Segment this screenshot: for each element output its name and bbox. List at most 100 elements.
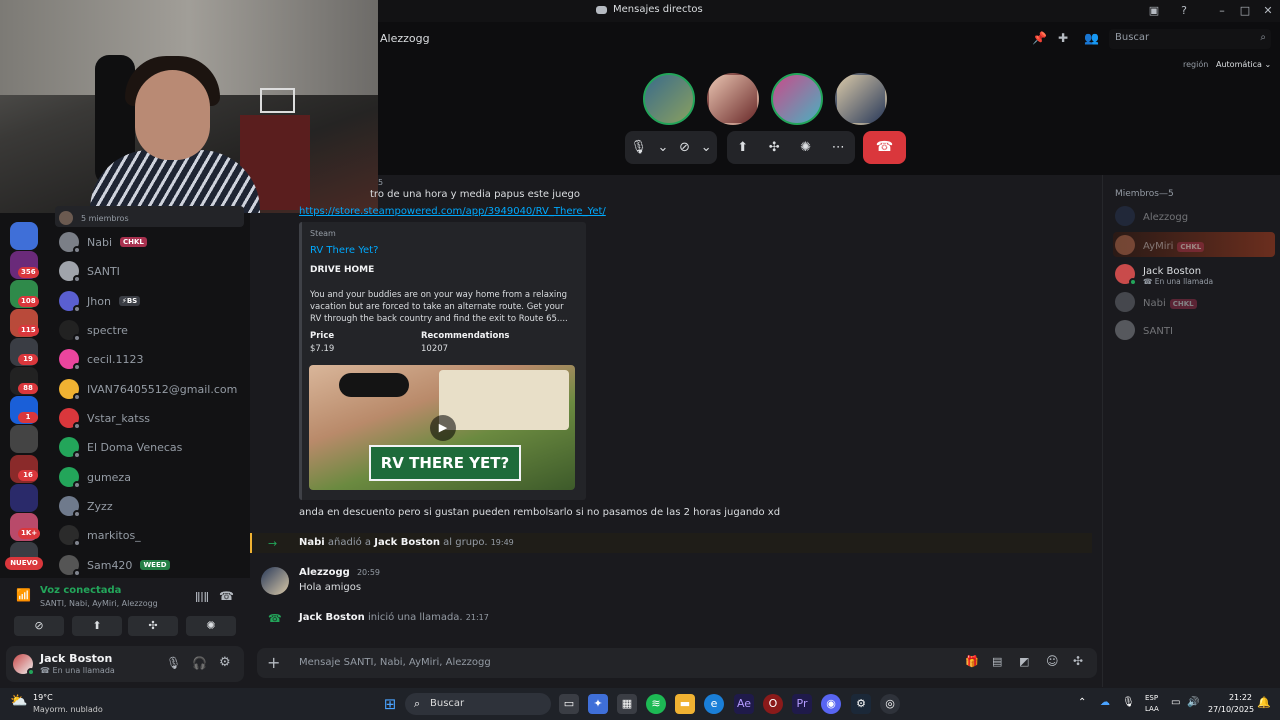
avatar [1115, 235, 1135, 255]
new-badge[interactable]: NUEVO [5, 557, 43, 570]
dm-item[interactable]: Vstar_katss [59, 407, 150, 430]
onedrive-icon[interactable]: ☁ [1100, 697, 1110, 708]
maximize-button[interactable]: □ [1237, 3, 1253, 19]
dm-item[interactable]: El Doma Venecas [59, 436, 182, 459]
dm-item[interactable]: Sam420 WEED [59, 554, 170, 577]
call-avatar-nabi[interactable] [771, 73, 823, 125]
opera-icon[interactable]: O [763, 694, 783, 714]
server-icon[interactable] [10, 425, 38, 453]
help-icon[interactable]: ? [1176, 3, 1192, 19]
add-attachment-icon[interactable]: + [267, 653, 280, 672]
chevron-down-icon[interactable]: ⌄ [701, 140, 712, 155]
screen-share-button[interactable]: ⬆ [72, 616, 122, 636]
settings-gear-icon[interactable]: ⚙ [219, 655, 231, 670]
app-icon[interactable]: ◎ [880, 694, 900, 714]
call-avatar-santi[interactable] [643, 73, 695, 125]
steam-link[interactable]: https://store.steampowered.com/app/39490… [299, 206, 606, 217]
region-select[interactable]: Automática ⌄ [1216, 60, 1271, 69]
pin-icon[interactable]: 📌 [1032, 31, 1047, 45]
minimize-button[interactable]: – [1214, 3, 1230, 19]
members-icon[interactable]: 👥 [1084, 31, 1099, 45]
dm-item[interactable]: IVAN76405512@gmail.com [59, 378, 237, 401]
member-item[interactable]: Alezzogg [1115, 205, 1188, 227]
play-icon[interactable]: ▶ [430, 415, 456, 441]
file-explorer-icon[interactable]: ▬ [675, 694, 695, 714]
headphones-icon[interactable]: 🎧 [192, 656, 207, 670]
chevron-down-icon[interactable]: ⌄ [658, 140, 669, 155]
dm-item[interactable]: gumeza [59, 466, 131, 489]
embed-video-thumbnail[interactable]: ▶ RV THERE YET? [309, 365, 575, 490]
dm-item[interactable]: spectre [59, 319, 128, 342]
inbox-icon[interactable]: ▣ [1146, 3, 1162, 19]
network-icon[interactable]: ▭ [1171, 697, 1180, 708]
gift-icon[interactable]: 🎁 [965, 655, 979, 668]
arrow-right-icon: → [268, 537, 278, 550]
store-icon[interactable]: ▦ [617, 694, 637, 714]
status-indicator [73, 539, 81, 547]
camera-off-icon[interactable]: ⊘ [679, 140, 690, 155]
dm-item[interactable]: cecil.1123 [59, 348, 143, 371]
soundboard-icon[interactable]: ✺ [800, 140, 811, 155]
call-avatar-aymiri[interactable] [707, 73, 759, 125]
call-avatar-alezzogg[interactable] [835, 73, 887, 125]
copilot-icon[interactable]: ✦ [588, 694, 608, 714]
after-effects-icon[interactable]: Ae [734, 694, 754, 714]
close-button[interactable]: ✕ [1260, 3, 1276, 19]
member-item[interactable]: Jack Boston ☎ En una llamada [1115, 263, 1213, 286]
apps-icon[interactable]: ✣ [1073, 654, 1083, 668]
avatar[interactable] [13, 654, 35, 676]
screen-share-icon[interactable]: ⬆ [737, 140, 748, 155]
disconnect-button[interactable]: ☎ [863, 131, 906, 164]
dm-item[interactable]: SANTI [59, 260, 120, 283]
voice-status[interactable]: Voz conectada [40, 585, 121, 596]
avatar [59, 408, 81, 430]
member-name: SANTI [1143, 326, 1173, 337]
avatar [59, 291, 81, 313]
server-icon[interactable] [10, 484, 38, 512]
notifications-icon[interactable]: 🔔 [1257, 696, 1271, 709]
clock-time[interactable]: 21:22 [1222, 693, 1252, 702]
gif-icon[interactable]: ▤ [992, 655, 1002, 668]
dm-item[interactable]: Nabi CHKL [59, 231, 147, 254]
member-item[interactable]: AyMiri CHKL [1115, 234, 1205, 256]
windows-start-icon[interactable]: ⊞ [380, 694, 400, 714]
member-name-row: Nabi CHKL [1143, 295, 1197, 309]
discord-taskbar-icon[interactable]: ◉ [821, 694, 841, 714]
dm-item[interactable]: Jhon ⚡BS [59, 290, 141, 313]
chevron-up-icon[interactable]: ⌃ [1078, 697, 1086, 708]
dm-item[interactable]: Zyzz [59, 495, 113, 518]
microphone-icon[interactable]: 🎙 [1122, 697, 1135, 708]
dm-item[interactable]: markitos_ [59, 524, 141, 547]
soundboard-button[interactable]: ✺ [186, 616, 236, 636]
search-input[interactable]: Buscar ⌕ [1109, 29, 1271, 49]
dm-item[interactable]: 5 miembros [59, 207, 129, 229]
edge-icon[interactable]: e [704, 694, 724, 714]
emoji-icon[interactable]: ☺ [1046, 654, 1059, 668]
more-icon[interactable]: ⋯ [832, 140, 845, 155]
spotify-icon[interactable]: ≋ [646, 694, 666, 714]
avatar[interactable] [261, 567, 289, 595]
language-indicator[interactable]: ESP [1145, 694, 1158, 702]
premiere-icon[interactable]: Pr [792, 694, 812, 714]
microphone-icon[interactable]: 🎙 [630, 140, 647, 155]
activities-icon[interactable]: ✣ [769, 140, 780, 155]
steam-icon[interactable]: ⚙ [851, 694, 871, 714]
task-view-icon[interactable]: ▭ [559, 694, 579, 714]
disconnect-icon[interactable]: ☎ [219, 589, 234, 603]
sticker-icon[interactable]: ◩ [1019, 655, 1029, 668]
server-icon[interactable] [10, 222, 38, 250]
mention-badge: 19 [18, 354, 38, 365]
microphone-icon[interactable]: 🎙 [166, 656, 181, 670]
weather-icon[interactable]: ⛅ [10, 693, 27, 709]
member-item[interactable]: Nabi CHKL [1115, 291, 1197, 313]
avatar [59, 437, 81, 459]
add-friends-icon[interactable]: ✚ [1058, 31, 1068, 45]
member-item[interactable]: SANTI [1115, 319, 1173, 341]
message-composer[interactable]: + Mensaje SANTI, Nabi, AyMiri, Alezzogg … [257, 648, 1097, 678]
noise-suppression-icon[interactable]: ǁǀǁ [195, 590, 209, 603]
taskbar-search[interactable]: ⌕ Buscar [405, 693, 551, 715]
embed-title[interactable]: RV There Yet? [310, 245, 378, 256]
activities-button[interactable]: ✣ [128, 616, 178, 636]
camera-button[interactable]: ⊘ [14, 616, 64, 636]
volume-icon[interactable]: 🔊 [1187, 697, 1199, 708]
